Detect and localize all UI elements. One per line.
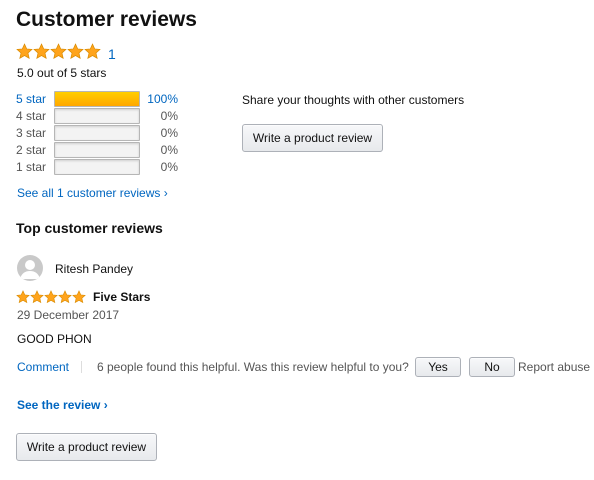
star-icon bbox=[50, 43, 67, 59]
histogram-percent: 0% bbox=[160, 109, 178, 123]
top-reviews-title: Top customer reviews bbox=[16, 220, 163, 236]
star-icon bbox=[67, 43, 84, 59]
histogram-row-5-star[interactable]: 5 star 100% bbox=[16, 91, 178, 107]
write-review-button-bottom[interactable]: Write a product review bbox=[16, 433, 157, 461]
star-icon bbox=[16, 43, 33, 59]
report-abuse-link[interactable]: Report abuse bbox=[518, 360, 590, 374]
histogram-row-2-star: 2 star 0% bbox=[16, 142, 178, 158]
histogram-bar bbox=[54, 142, 140, 158]
star-icon bbox=[33, 43, 50, 59]
average-stars[interactable] bbox=[16, 43, 101, 60]
review-stars[interactable] bbox=[16, 290, 86, 304]
histogram-bar bbox=[54, 108, 140, 124]
histogram-label[interactable]: 5 star bbox=[16, 92, 54, 106]
helpful-no-button[interactable]: No bbox=[469, 357, 515, 377]
review-title[interactable]: Five Stars bbox=[93, 290, 150, 304]
histogram-label: 2 star bbox=[16, 143, 47, 157]
histogram-label: 3 star bbox=[16, 126, 47, 140]
review-date: 29 December 2017 bbox=[17, 308, 120, 322]
divider bbox=[81, 361, 82, 373]
see-all-reviews-link[interactable]: See all 1 customer reviews › bbox=[17, 186, 168, 200]
histogram-row-4-star: 4 star 0% bbox=[16, 108, 178, 124]
star-icon bbox=[58, 290, 72, 304]
star-icon bbox=[72, 290, 86, 304]
histogram-label: 4 star bbox=[16, 109, 47, 123]
helpful-text: 6 people found this helpful. Was this re… bbox=[97, 360, 409, 374]
histogram-percent: 0% bbox=[160, 143, 178, 157]
histogram-row-1-star: 1 star 0% bbox=[16, 159, 178, 175]
histogram-percent[interactable]: 100% bbox=[140, 92, 178, 106]
star-icon bbox=[30, 290, 44, 304]
histogram-percent: 0% bbox=[160, 160, 178, 174]
histogram-bar[interactable] bbox=[54, 91, 140, 107]
user-avatar-icon bbox=[17, 255, 43, 281]
star-icon bbox=[84, 43, 101, 59]
share-thoughts-text: Share your thoughts with other customers bbox=[242, 93, 465, 107]
see-the-review-link[interactable]: See the review › bbox=[17, 398, 108, 412]
reviewer-name[interactable]: Ritesh Pandey bbox=[55, 262, 133, 276]
histogram-percent: 0% bbox=[160, 126, 178, 140]
helpful-yes-button[interactable]: Yes bbox=[415, 357, 461, 377]
histogram-bar bbox=[54, 159, 140, 175]
histogram-label: 1 star bbox=[16, 160, 47, 174]
star-icon bbox=[44, 290, 58, 304]
review-body: GOOD PHON bbox=[17, 332, 92, 346]
histogram-row-3-star: 3 star 0% bbox=[16, 125, 178, 141]
average-rating-text: 5.0 out of 5 stars bbox=[17, 66, 107, 80]
rating-count-link[interactable]: 1 bbox=[108, 46, 116, 62]
comment-link[interactable]: Comment bbox=[17, 360, 69, 374]
star-icon bbox=[16, 290, 30, 304]
section-title: Customer reviews bbox=[16, 8, 197, 31]
write-review-button-top[interactable]: Write a product review bbox=[242, 124, 383, 152]
histogram-bar bbox=[54, 125, 140, 141]
